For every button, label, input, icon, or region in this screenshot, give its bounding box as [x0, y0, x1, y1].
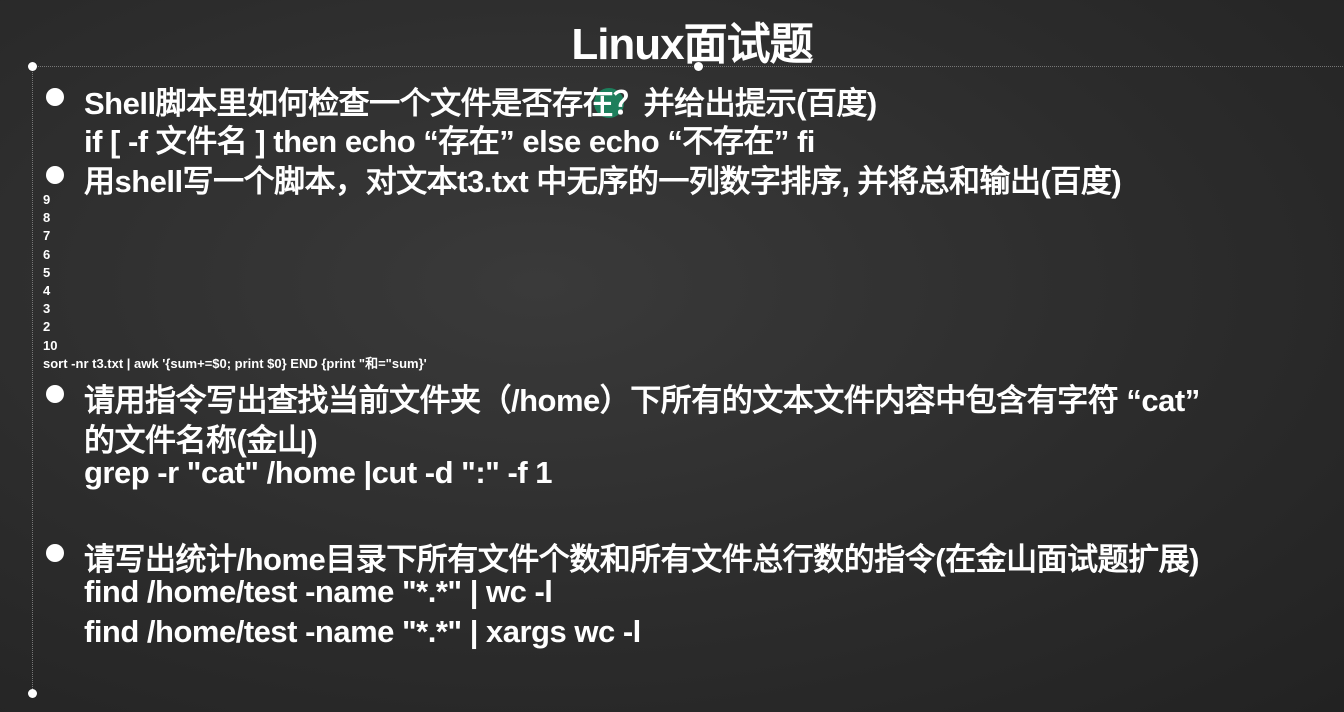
bullet-icon	[46, 544, 64, 562]
bullet-icon	[46, 166, 64, 184]
number: 7	[43, 228, 51, 244]
bullet-icon	[46, 88, 64, 106]
resize-handle[interactable]	[28, 689, 37, 698]
number: 2	[43, 319, 51, 335]
number: 8	[43, 210, 51, 226]
bullet-icon	[46, 385, 64, 403]
answer-1: if [ -f 文件名 ] then echo “存在” else echo “…	[84, 124, 815, 159]
number: 5	[43, 264, 51, 280]
resize-handle[interactable]	[28, 62, 37, 71]
number: 6	[43, 246, 51, 262]
question-3-line2: 的文件名称(金山)	[84, 423, 318, 458]
answer-4b: find /home/test -name "*.*" | xargs wc -…	[84, 614, 641, 649]
slide-title: Linux面试题	[571, 20, 813, 69]
number: 3	[43, 301, 51, 317]
number-list: 9 8 7 6 5 4 3 2 10 sort -nr t3.txt | awk…	[43, 191, 427, 373]
answer-3: grep -r "cat" /home |cut -d ":" -f 1	[84, 455, 553, 490]
question-4: 请写出统计/home目录下所有文件个数和所有文件总行数的指令(在金山面试题扩展)	[84, 542, 1199, 577]
answer-2: sort -nr t3.txt | awk '{sum+=$0; print $…	[43, 355, 427, 371]
answer-4a: find /home/test -name "*.*" | wc -l	[84, 574, 553, 609]
number: 4	[43, 283, 51, 299]
number: 9	[43, 192, 51, 207]
resize-handle[interactable]	[694, 62, 703, 71]
number: 10	[43, 337, 58, 353]
question-3: 请用指令写出查找当前文件夹（/home）下所有的文本文件内容中包含有字符 “ca…	[84, 383, 1200, 418]
